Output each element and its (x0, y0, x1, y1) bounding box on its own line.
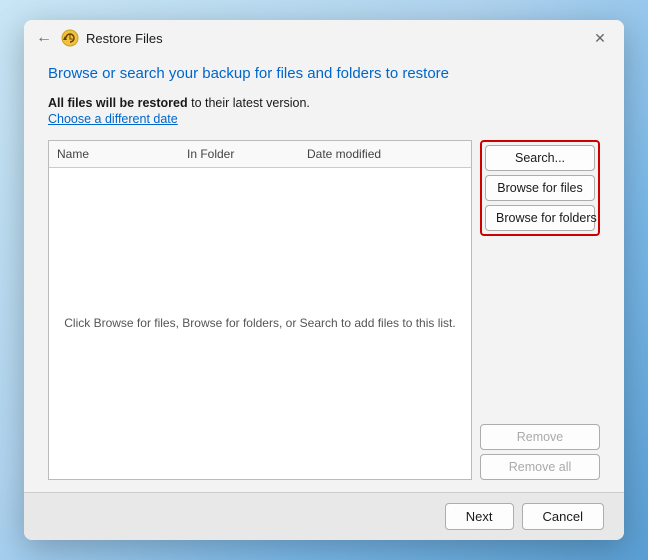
file-list: Name In Folder Date modified Click Brows… (48, 140, 472, 481)
back-button[interactable]: ← (36, 29, 52, 47)
main-area: Name In Folder Date modified Click Brows… (48, 140, 600, 481)
col-folder: In Folder (179, 145, 299, 163)
restore-icon (60, 28, 80, 48)
next-button[interactable]: Next (445, 503, 514, 530)
browse-folders-button[interactable]: Browse for folders (485, 205, 595, 231)
remove-all-button[interactable]: Remove all (480, 454, 600, 480)
title-bar: ← Restore Files ✕ (24, 20, 624, 52)
col-name: Name (49, 145, 179, 163)
file-list-body: Click Browse for files, Browse for folde… (49, 168, 471, 480)
browse-files-button[interactable]: Browse for files (485, 175, 595, 201)
dialog-title: Restore Files (86, 31, 612, 46)
cancel-button[interactable]: Cancel (522, 503, 604, 530)
main-heading: Browse or search your backup for files a… (48, 64, 600, 84)
dialog-content: Browse or search your backup for files a… (24, 52, 624, 492)
col-date: Date modified (299, 145, 471, 163)
empty-message: Click Browse for files, Browse for folde… (64, 316, 455, 330)
restore-suffix: to their latest version. (188, 96, 310, 110)
table-header: Name In Folder Date modified (49, 141, 471, 168)
close-button[interactable]: ✕ (586, 28, 614, 48)
remove-button-group: Remove Remove all (480, 424, 600, 480)
side-buttons: Search... Browse for files Browse for fo… (480, 140, 600, 481)
highlighted-button-group: Search... Browse for files Browse for fo… (480, 140, 600, 236)
remove-button[interactable]: Remove (480, 424, 600, 450)
restore-bold: All files will be restored (48, 96, 188, 110)
dialog-footer: Next Cancel (24, 492, 624, 540)
search-button[interactable]: Search... (485, 145, 595, 171)
choose-date-link[interactable]: Choose a different date (48, 112, 600, 126)
restore-files-dialog: ← Restore Files ✕ Browse or search your … (24, 20, 624, 540)
restore-info: All files will be restored to their late… (48, 96, 600, 110)
